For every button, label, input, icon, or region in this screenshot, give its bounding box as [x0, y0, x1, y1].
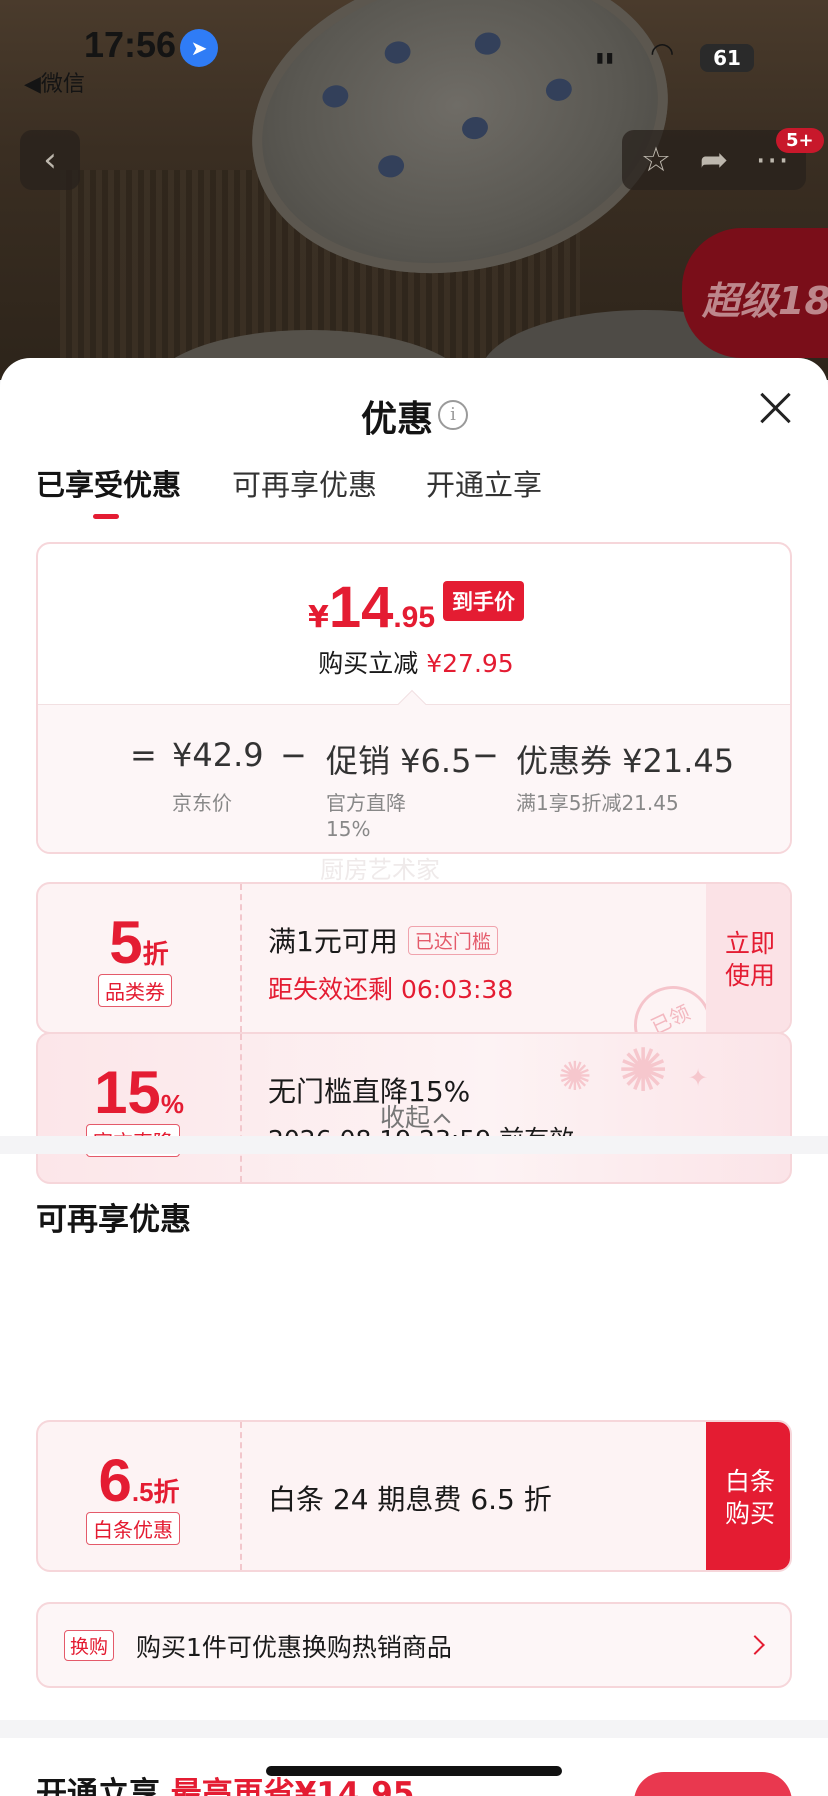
- status-time: 17:56: [84, 24, 177, 65]
- exchange-tag: 换购: [64, 1630, 115, 1661]
- threshold-reached-tag: 已达门槛: [407, 926, 498, 955]
- category-coupon-card: 5折 品类券 满1元可用 已达门槛 距失效还剩 06:03:38 已领 立即使用: [36, 882, 792, 1034]
- exchange-text: 购买1件可优惠换购热销商品: [136, 1633, 452, 1662]
- close-button[interactable]: [756, 388, 796, 428]
- baitiao-desc: 白条 24 期息费 6.5 折: [268, 1483, 552, 1516]
- tab-enjoyed[interactable]: 已享受优惠: [36, 462, 181, 504]
- notification-badge: 5+: [776, 128, 824, 153]
- status-bar: 17:56 ➤ ◀微信 ▮▮ ◠ 61: [0, 22, 828, 97]
- info-icon[interactable]: i: [438, 400, 468, 430]
- save-line: 购买立减 ¥27.95: [318, 649, 514, 678]
- coupon-type-badge: 品类券: [98, 974, 172, 1007]
- coupon-condition: 满1元可用 已达门槛: [268, 920, 498, 960]
- promo-label: 官方直降 15%: [326, 791, 406, 841]
- home-indicator: [266, 1766, 562, 1776]
- more-discounts-title: 可再享优惠: [36, 1202, 191, 1238]
- sheet-title: 优惠: [360, 399, 433, 440]
- coupon-discount: 5折: [109, 909, 169, 976]
- location-arrow-icon: ➤: [180, 29, 218, 67]
- chevron-right-icon: [745, 1635, 765, 1655]
- coupon-label: 满1享5折减21.45: [516, 791, 679, 815]
- equals-sign: =: [130, 736, 157, 774]
- minus-sign-2: −: [472, 736, 499, 774]
- coupon-divider: [240, 1422, 242, 1570]
- battery-icon: 61: [700, 44, 754, 72]
- baitiao-badge: 白条优惠: [86, 1512, 180, 1545]
- exchange-offer-row[interactable]: 换购 购买1件可优惠换购热销商品: [36, 1602, 792, 1688]
- jd-price-label: 京东价: [172, 791, 232, 815]
- tab-bar: 已享受优惠 可再享优惠 开通立享: [0, 448, 828, 528]
- chevron-up-icon: [433, 1113, 451, 1131]
- section-divider: [0, 1136, 828, 1154]
- final-price: ¥14.95 到手价: [38, 574, 790, 641]
- super-badge: 超级18: [682, 228, 828, 358]
- favorite-star-icon[interactable]: ☆: [627, 130, 685, 190]
- wifi-icon: ◠: [650, 36, 675, 69]
- coupon-amount: 优惠券 ¥21.45: [516, 742, 735, 780]
- share-icon[interactable]: ➦: [685, 130, 743, 190]
- active-tab-indicator: [93, 514, 119, 519]
- promo-amount: 促销 ¥6.5: [326, 742, 472, 780]
- baitiao-card: 6.5折 白条优惠 白条 24 期息费 6.5 折 白条购买: [36, 1420, 792, 1572]
- back-to-app-link[interactable]: ◀微信: [24, 66, 85, 98]
- minus-sign: −: [280, 736, 307, 774]
- jd-price: ¥42.9: [172, 736, 264, 774]
- section-divider-2: [0, 1720, 828, 1738]
- price-summary-card: ¥14.95 到手价 购买立减 ¥27.95 = ¥42.9 京东价 − 促销 ¥…: [36, 542, 792, 854]
- baitiao-discount: 6.5折: [98, 1447, 180, 1514]
- tab-open[interactable]: 开通立享: [426, 462, 542, 504]
- use-now-button[interactable]: 立即使用: [706, 884, 790, 1032]
- sheet-header: 优惠 i: [0, 358, 828, 448]
- open-now-button[interactable]: [634, 1772, 792, 1796]
- cellular-signal-icon: ▮▮: [596, 50, 616, 66]
- store-watermark: 厨房艺术家: [320, 856, 440, 884]
- collapse-button[interactable]: 收起: [0, 1098, 828, 1134]
- discount-sheet: 优惠 i 已享受优惠 可再享优惠 开通立享 ¥14.95 到手价 购买立减 ¥27…: [0, 358, 828, 1796]
- back-button[interactable]: ‹: [20, 130, 80, 190]
- tab-more[interactable]: 可再享优惠: [232, 462, 377, 504]
- baitiao-buy-button[interactable]: 白条购买: [706, 1422, 790, 1570]
- coupon-divider: [240, 884, 242, 1032]
- final-price-tag: 到手价: [443, 581, 525, 621]
- coupon-countdown: 距失效还剩 06:03:38: [268, 975, 514, 1004]
